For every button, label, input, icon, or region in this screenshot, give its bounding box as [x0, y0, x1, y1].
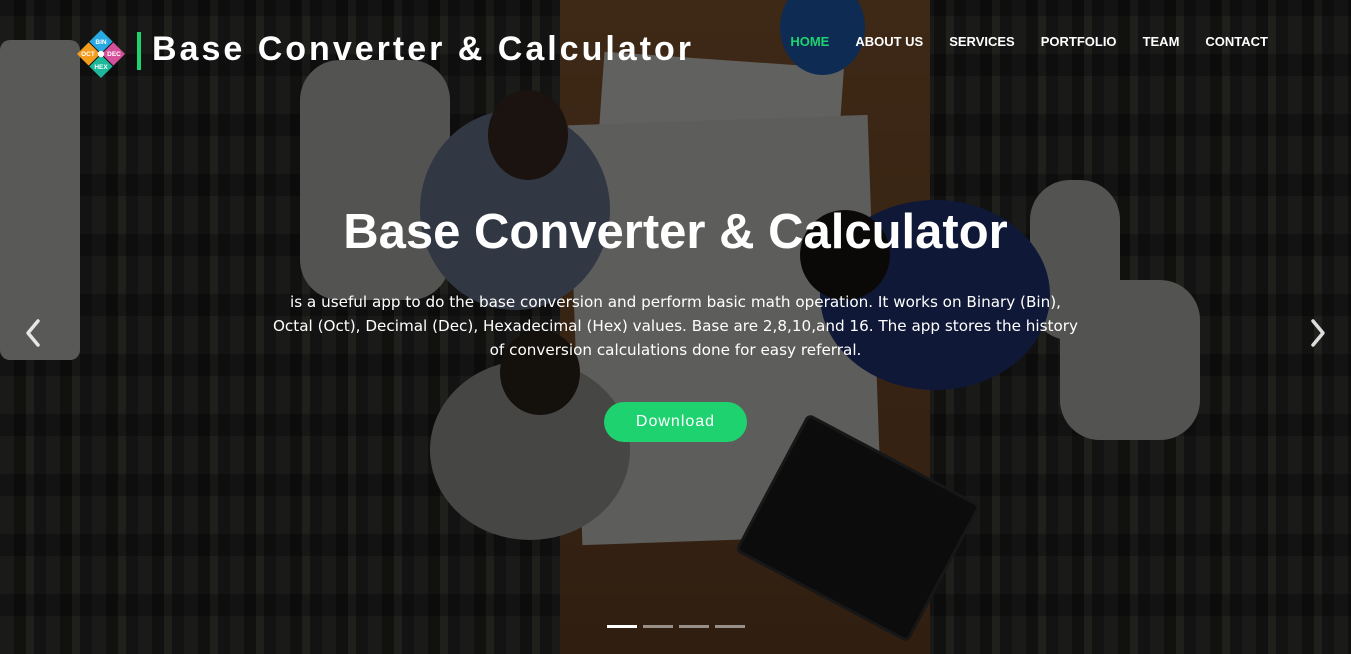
nav-services[interactable]: SERVICES [949, 35, 1015, 49]
carousel-indicator-3[interactable] [679, 625, 709, 628]
carousel-prev-button[interactable] [22, 315, 46, 351]
download-button[interactable]: Download [604, 402, 747, 442]
logo-divider [137, 32, 141, 70]
hero-title: Base Converter & Calculator [343, 205, 1008, 259]
site-header: BIN OCT DEC HEX Base Converter & Calcula… [0, 0, 1351, 100]
carousel-indicator-4[interactable] [715, 625, 745, 628]
logo-label-oct: OCT [81, 51, 95, 58]
nav-team[interactable]: TEAM [1143, 35, 1180, 49]
carousel-indicator-1[interactable] [607, 625, 637, 628]
carousel-indicators [607, 625, 745, 628]
nav-home[interactable]: HOME [790, 35, 829, 49]
carousel-next-button[interactable] [1305, 315, 1329, 351]
carousel-indicator-2[interactable] [643, 625, 673, 628]
logo-label-dec: DEC [107, 51, 121, 58]
chevron-right-icon [1311, 319, 1325, 347]
logo-label-bin: BIN [95, 39, 107, 46]
main-nav: HOME ABOUT US SERVICES PORTFOLIO TEAM CO… [790, 35, 1268, 49]
logo-icon[interactable]: BIN OCT DEC HEX [76, 29, 126, 79]
brand-title[interactable]: Base Converter & Calculator [152, 30, 694, 69]
hero-description: is a useful app to do the base conversio… [272, 293, 1079, 359]
nav-contact[interactable]: CONTACT [1205, 35, 1268, 49]
nav-portfolio[interactable]: PORTFOLIO [1041, 35, 1117, 49]
chevron-left-icon [26, 319, 40, 347]
logo-label-hex: HEX [94, 64, 108, 71]
nav-about-us[interactable]: ABOUT US [855, 35, 923, 49]
